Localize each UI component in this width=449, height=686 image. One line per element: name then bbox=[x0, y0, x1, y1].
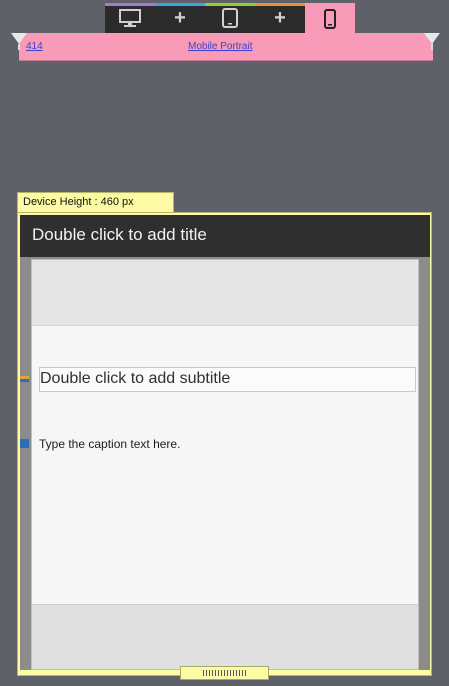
resize-grip[interactable] bbox=[180, 666, 269, 680]
monitor-icon bbox=[119, 9, 141, 27]
left-handle-stem bbox=[18, 44, 20, 50]
breakpoint-ruler: 414 Mobile Portrait bbox=[19, 33, 433, 61]
slide-footer-region bbox=[32, 604, 418, 669]
add-breakpoint-button[interactable]: + bbox=[155, 3, 205, 33]
subtitle-marker-icon-2 bbox=[20, 379, 29, 382]
phone-icon bbox=[324, 8, 336, 29]
subtitle-box[interactable]: Double click to add subtitle bbox=[39, 367, 416, 392]
title-bar[interactable]: Double click to add title bbox=[20, 215, 430, 257]
grip-lines-icon bbox=[203, 670, 247, 676]
tablet-stripe bbox=[205, 3, 255, 6]
caption-marker-icon bbox=[20, 439, 29, 448]
preset-link[interactable]: Mobile Portrait bbox=[188, 41, 252, 52]
device-height-label: Device Height : 460 px bbox=[17, 192, 174, 213]
desktop-view-button[interactable] bbox=[105, 3, 155, 33]
caption-placeholder[interactable]: Type the caption text here. bbox=[39, 437, 180, 451]
device-toolbar: + + bbox=[105, 3, 355, 34]
title-placeholder[interactable]: Double click to add title bbox=[32, 225, 207, 245]
width-link[interactable]: 414 bbox=[26, 41, 43, 52]
left-breakpoint-handle[interactable] bbox=[11, 33, 27, 44]
slide-header-region bbox=[32, 260, 418, 326]
add-stripe-2 bbox=[255, 3, 305, 6]
plus-icon: + bbox=[274, 7, 286, 29]
tablet-view-button[interactable] bbox=[205, 3, 255, 33]
plus-icon: + bbox=[174, 7, 186, 29]
mobile-view-button[interactable] bbox=[305, 3, 355, 34]
tablet-icon bbox=[222, 8, 238, 28]
right-handle-stem bbox=[431, 44, 433, 50]
device-switcher-bar: + + bbox=[0, 0, 449, 34]
right-breakpoint-handle[interactable] bbox=[424, 33, 440, 44]
slide-canvas[interactable] bbox=[31, 259, 419, 670]
subtitle-placeholder[interactable]: Double click to add subtitle bbox=[40, 370, 230, 388]
add-breakpoint-button-2[interactable]: + bbox=[255, 3, 305, 33]
add-stripe bbox=[155, 3, 205, 6]
desktop-stripe bbox=[105, 3, 155, 6]
